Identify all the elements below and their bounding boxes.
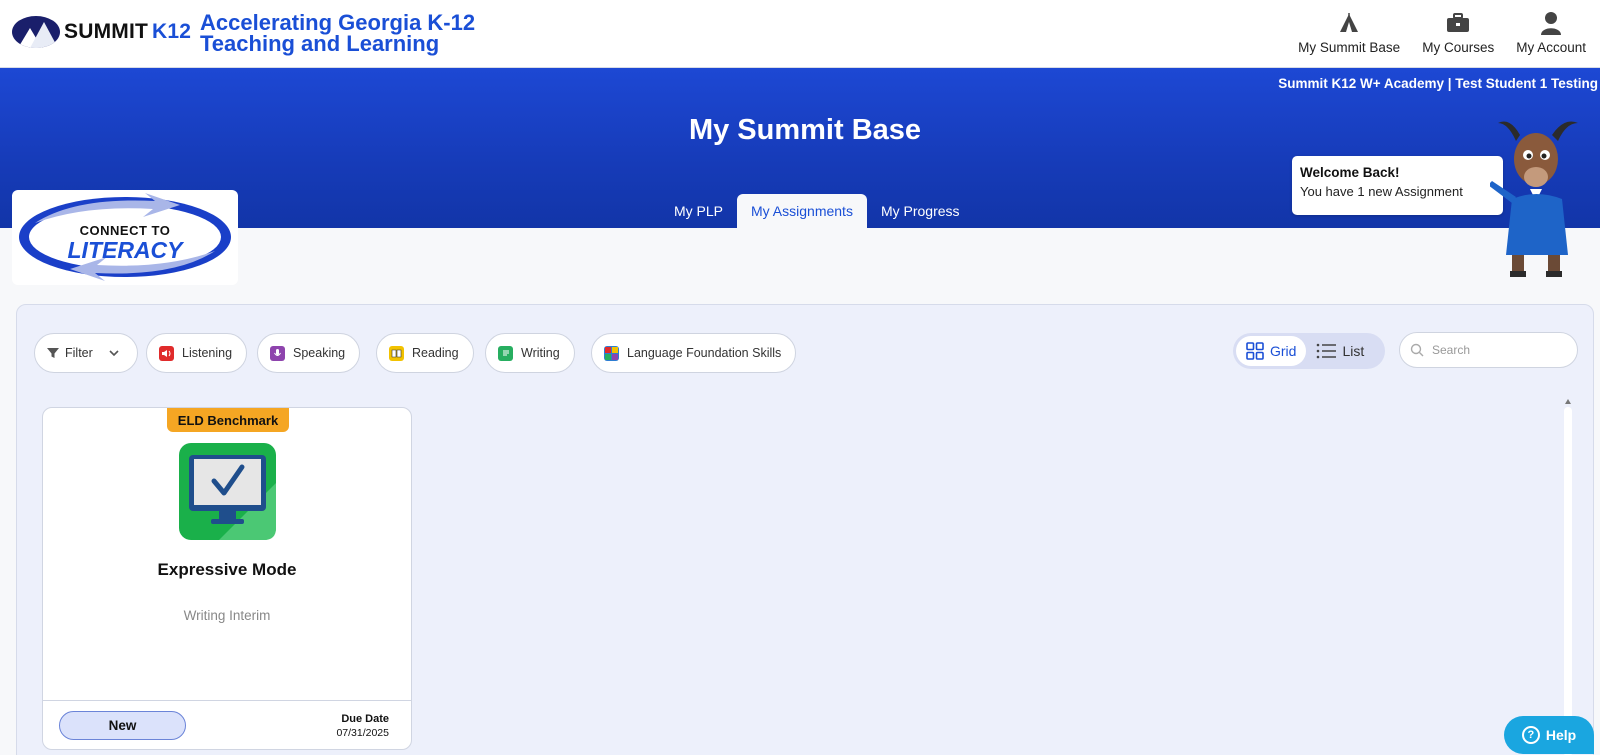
top-header: SUMMIT K12 Accelerating Georgia K-12 Teac… (0, 0, 1600, 68)
chip-label: Writing (521, 346, 560, 360)
reading-icon (389, 345, 404, 361)
nav-my-courses[interactable]: My Courses (1422, 10, 1494, 55)
scroll-thumb[interactable] (1564, 407, 1572, 755)
chevron-down-icon (109, 350, 119, 357)
help-button[interactable]: ? Help (1504, 716, 1594, 754)
list-icon (1317, 343, 1337, 359)
listening-icon (159, 345, 174, 361)
assignment-card[interactable]: ELD Benchmark Expressive Mode Writing In… (42, 407, 412, 750)
nav-my-account[interactable]: My Account (1516, 10, 1586, 55)
scroll-up-arrow-icon[interactable] (1565, 399, 1571, 404)
welcome-message: Welcome Back! You have 1 new Assignment (1292, 156, 1503, 215)
grid-icon (1246, 342, 1264, 360)
help-question-icon: ? (1521, 726, 1540, 744)
tagline-line-1: Accelerating Georgia K-12 (200, 10, 476, 35)
filter-chip-listening[interactable]: Listening (146, 333, 248, 373)
filter-label: Filter (65, 346, 93, 360)
chip-label: Listening (182, 346, 233, 360)
filter-chip-language-foundation-skills[interactable]: Language Foundation Skills (591, 333, 797, 373)
assignment-badge: ELD Benchmark (167, 408, 289, 432)
tagline-line-2: Teaching and Learning (200, 31, 440, 56)
view-grid-button[interactable]: Grid (1236, 336, 1307, 366)
assignment-title: Expressive Mode (157, 560, 297, 579)
tab-my-plp[interactable]: My PLP (660, 194, 737, 228)
program-logo-line-2: LITERACY (67, 237, 183, 263)
tent-icon (1336, 10, 1362, 36)
nav-label: My Account (1516, 40, 1586, 55)
writing-icon (498, 345, 513, 361)
brand-name: SUMMIT K12 (64, 20, 192, 43)
chip-label: Language Foundation Skills (627, 346, 782, 360)
welcome-text: You have 1 new Assignment (1300, 184, 1463, 199)
list-label: List (1342, 343, 1365, 359)
program-logo-line-1: CONNECT TO (79, 223, 171, 238)
grid-label: Grid (1270, 343, 1297, 359)
view-list-button[interactable]: List (1306, 336, 1374, 366)
goat-mascot-icon (1490, 121, 1578, 277)
filter-chip-reading[interactable]: Reading (376, 333, 474, 373)
assignment-card-footer: New Due Date 07/31/2025 (43, 700, 411, 749)
speaking-icon (270, 345, 285, 361)
filter-chip-speaking[interactable]: Speaking (257, 333, 361, 373)
assignment-subtitle: Writing Interim (183, 608, 271, 623)
nav-my-summit-base[interactable]: My Summit Base (1298, 10, 1400, 55)
brand-tagline: Accelerating Georgia K-12 Teaching and L… (200, 10, 500, 56)
help-label: Help (1545, 727, 1577, 743)
filter-dropdown[interactable]: Filter (34, 333, 138, 373)
filter-icon (47, 348, 59, 358)
view-toggle: Grid List (1233, 333, 1385, 369)
user-icon (1538, 10, 1564, 36)
page-title: My Summit Base (688, 114, 922, 146)
filter-chip-writing[interactable]: Writing (485, 333, 575, 373)
due-date-label: Due Date (341, 713, 389, 725)
page-tabs: My PLP My Assignments My Progress (660, 194, 974, 228)
chip-label: Reading (412, 346, 459, 360)
status-button[interactable]: New (59, 711, 186, 740)
tab-my-assignments[interactable]: My Assignments (737, 194, 867, 228)
due-date-value: 07/31/2025 (336, 727, 389, 739)
tab-my-progress[interactable]: My Progress (867, 194, 974, 228)
computer-check-icon (179, 443, 276, 540)
assignments-panel: Filter Listening Speaking Reading Writin… (16, 304, 1594, 755)
scrollbar[interactable] (1563, 397, 1573, 755)
nav-label: My Courses (1422, 40, 1495, 55)
summit-k12-logo[interactable]: SUMMIT K12 (12, 16, 191, 48)
mountain-logo-icon (12, 16, 60, 48)
nav-label: My Summit Base (1298, 40, 1401, 55)
top-nav: My Summit Base My Courses My Account (1298, 10, 1586, 55)
search-icon (1410, 343, 1424, 357)
chip-label: Speaking (293, 346, 346, 360)
search-input[interactable] (1432, 343, 1572, 357)
search-box (1399, 332, 1578, 368)
connect-to-literacy-logo: CONNECT TO LITERACY (12, 190, 238, 285)
briefcase-icon (1445, 10, 1471, 36)
school-student-context: Summit K12 W+ Academy | Test Student 1 T… (1278, 76, 1598, 91)
language-foundation-icon (604, 345, 619, 361)
welcome-title: Welcome Back! (1300, 165, 1400, 180)
